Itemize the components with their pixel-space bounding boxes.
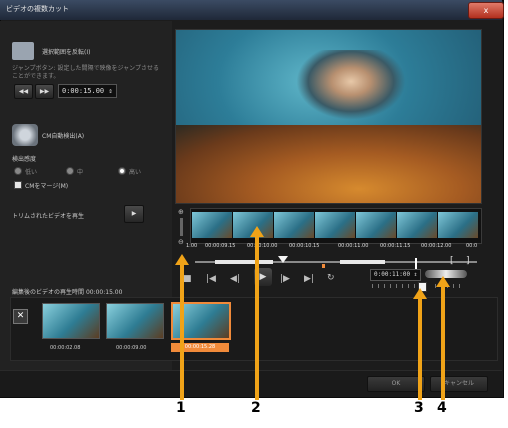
callout-label-4: 4 bbox=[437, 400, 447, 416]
frame-thumb bbox=[355, 212, 396, 238]
frame-thumb bbox=[396, 212, 437, 238]
clip-time: 00:00:09.00 bbox=[116, 345, 147, 351]
zoom-in-icon[interactable]: ⊕ bbox=[178, 208, 184, 216]
sensitivity-low-label: 低い bbox=[25, 169, 38, 176]
sensitivity-mid-radio[interactable] bbox=[66, 167, 74, 175]
title-bar: ビデオの複数カット bbox=[0, 0, 502, 20]
jump-back-button[interactable]: ◀◀ bbox=[14, 84, 33, 99]
callout-label-2: 2 bbox=[251, 400, 261, 416]
jump-forward-button[interactable]: ▶▶ bbox=[35, 84, 54, 99]
previous-frame-icon[interactable]: ◀| bbox=[230, 274, 240, 284]
sensitivity-high-radio[interactable] bbox=[118, 167, 126, 175]
tick-label: 00:00:10.15 bbox=[289, 243, 320, 249]
jump-description: ジャンプボタン: 設定した間隔で映像をジャンプさせる ことができます。 bbox=[12, 65, 159, 80]
callout-arrow-4 bbox=[441, 286, 445, 400]
merge-cm-label: CMをマージ(M) bbox=[25, 183, 69, 190]
sensitivity-label: 検出感度 bbox=[12, 156, 37, 163]
selected-range bbox=[340, 260, 385, 264]
clip-time: 00:00:02.08 bbox=[50, 345, 81, 351]
mark-out-button[interactable]: ] bbox=[466, 256, 470, 266]
clip-thumbnail[interactable] bbox=[42, 303, 100, 339]
dialog-footer bbox=[0, 370, 502, 397]
cm-detect-label[interactable]: CM自動検出(A) bbox=[42, 131, 84, 140]
zoom-slider[interactable] bbox=[180, 218, 183, 236]
reef-image bbox=[176, 125, 481, 203]
callout-arrow-1 bbox=[180, 264, 184, 400]
frame-thumb bbox=[437, 212, 478, 238]
cancel-button[interactable]: キャンセル bbox=[430, 376, 488, 392]
frame-timeline[interactable] bbox=[190, 208, 482, 244]
callout-label-3: 3 bbox=[414, 400, 424, 416]
diver-image bbox=[296, 50, 406, 120]
jump-interval-field[interactable]: 0:00:15.00 ⇕ bbox=[58, 84, 117, 98]
callout-arrow-2 bbox=[255, 236, 259, 400]
frame-thumb bbox=[191, 212, 232, 238]
callout-arrow-3 bbox=[418, 298, 422, 400]
sensitivity-high-label: 高い bbox=[129, 169, 142, 176]
mark-in-button[interactable]: [ bbox=[450, 256, 454, 266]
tick-label: 00:00:11.15 bbox=[380, 243, 411, 249]
repeat-icon[interactable]: ↻ bbox=[327, 273, 335, 283]
sensitivity-low-radio[interactable] bbox=[14, 167, 22, 175]
next-frame-icon[interactable]: |▶ bbox=[280, 274, 290, 284]
tick-label: 00:00:12.00 bbox=[421, 243, 452, 249]
play-trimmed-button[interactable]: ▶ bbox=[124, 205, 144, 223]
reverse-selection-icon[interactable] bbox=[12, 42, 34, 60]
tick-label: 00:00:11.00 bbox=[338, 243, 369, 249]
frame-thumb bbox=[314, 212, 355, 238]
stop-icon[interactable]: ■ bbox=[183, 274, 192, 284]
go-to-end-icon[interactable]: ▶| bbox=[304, 274, 314, 284]
frame-thumb bbox=[273, 212, 314, 238]
window-title: ビデオの複数カット bbox=[6, 5, 69, 13]
selected-range bbox=[215, 260, 273, 264]
tick-label: 00:00:09.15 bbox=[205, 243, 236, 249]
ok-button[interactable]: OK bbox=[367, 376, 425, 392]
tick-label: 1:00 bbox=[186, 243, 198, 249]
reverse-selection-label[interactable]: 選択範囲を反転(I) bbox=[42, 47, 90, 56]
tick-label: 00:0 bbox=[466, 243, 478, 249]
clip-thumbnail[interactable] bbox=[106, 303, 164, 339]
zoom-out-icon[interactable]: ⊖ bbox=[178, 238, 184, 246]
delete-clip-button[interactable]: ✕ bbox=[13, 309, 28, 324]
cm-detect-icon[interactable] bbox=[12, 124, 38, 146]
sensitivity-mid-label: 中 bbox=[77, 169, 84, 176]
play-trimmed-label: トリムされたビデオを再生 bbox=[12, 213, 85, 220]
merge-cm-checkbox[interactable] bbox=[14, 181, 22, 189]
edited-duration-label: 編集後のビデオの再生時間 00:00:15.00 bbox=[12, 289, 123, 296]
playhead-marker bbox=[415, 258, 417, 269]
mark-in-marker bbox=[322, 264, 325, 268]
timecode-field[interactable]: 0:00:11:00 ⇕ bbox=[370, 269, 422, 281]
callout-label-1: 1 bbox=[176, 400, 186, 416]
scrubber-handle[interactable] bbox=[278, 256, 288, 263]
close-button[interactable]: x bbox=[468, 2, 504, 19]
go-to-start-icon[interactable]: |◀ bbox=[206, 274, 216, 284]
video-preview bbox=[175, 29, 482, 204]
tick-label: 00:00:10.00 bbox=[247, 243, 278, 249]
